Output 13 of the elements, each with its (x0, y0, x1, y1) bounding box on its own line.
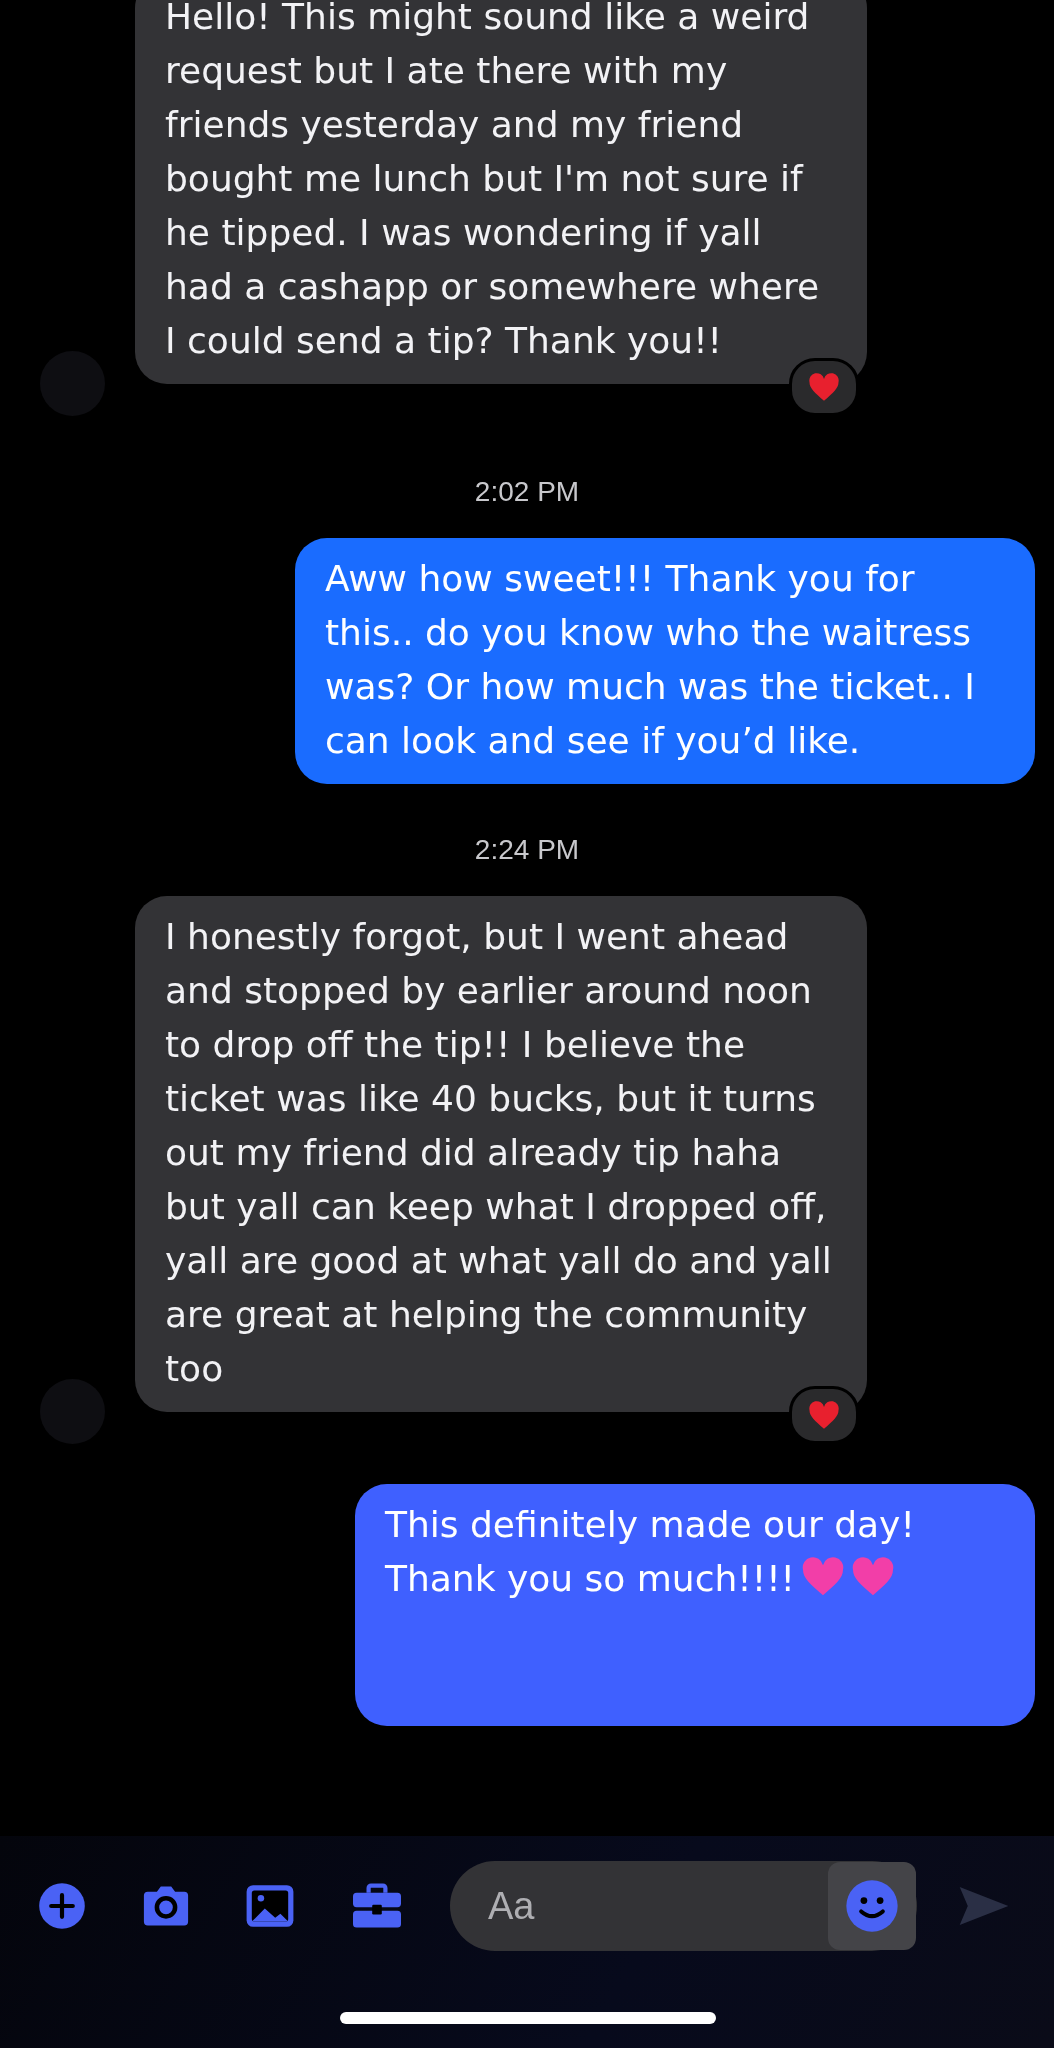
add-icon[interactable] (36, 1882, 88, 1930)
timestamp: 2:24 PM (473, 834, 581, 866)
heart-icon (808, 372, 840, 402)
heart-icon (808, 1400, 840, 1430)
smiley-icon[interactable] (845, 1879, 899, 1933)
image-icon[interactable] (244, 1882, 296, 1930)
message-bubble: I honestly forgot, but I went ahead and stopped by earlier around noon to drop off the tip!! I believe the ticket was like 40 bucks, but it turns out my friend did already tip haha but yall can keep what I dropped off, yall are good at what yall do and yall are great at helping the community too (135, 896, 867, 1412)
message-bubble: Hello! This might sound like a weird request but I ate there with my friends yesterday and my friend bought me lunch but I'm not sure if he tipped. I was wondering if yall had a cashapp or somewhere where I could send a tip? Thank you!! (135, 0, 867, 384)
message-bubble: This definitely made our day! Thank you so much!!!! (355, 1484, 1035, 1726)
timestamp: 2:02 PM (473, 476, 581, 508)
heart-icon (801, 1557, 845, 1597)
heart-icon (851, 1557, 895, 1597)
message-bubble: Aww how sweet!!! Thank you for this.. do you know who the waitress was? Or how much was the ticket.. I can look and see if you’d like. (295, 538, 1035, 784)
